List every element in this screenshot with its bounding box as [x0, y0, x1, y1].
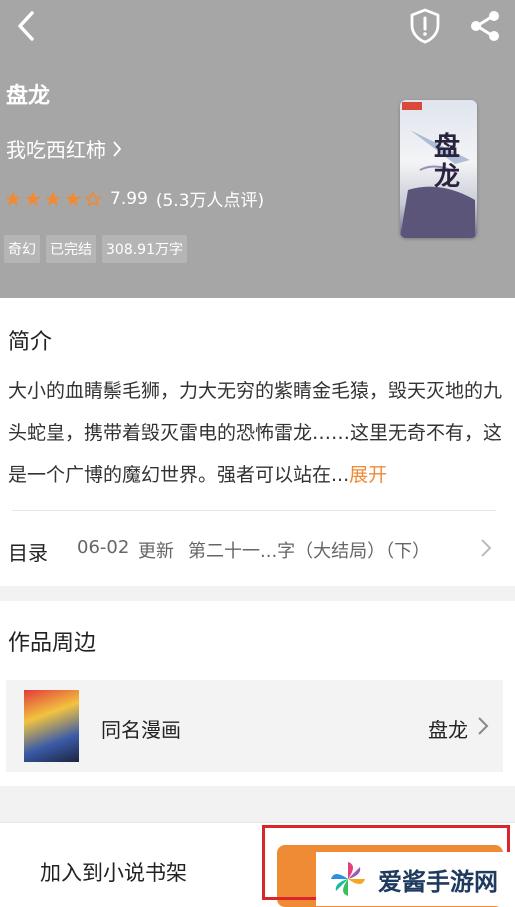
share-button[interactable] — [466, 6, 504, 46]
peripherals-heading: 作品周边 — [8, 631, 97, 656]
chevron-left-icon — [18, 11, 34, 41]
chevron-right-icon — [481, 539, 492, 557]
divider — [12, 510, 496, 511]
shield-exclamation-icon — [410, 8, 440, 44]
book-title: 盘龙 — [6, 84, 51, 109]
tag-status: 已完结 — [46, 235, 96, 263]
intro-heading: 简介 — [8, 330, 53, 355]
star-outline-icon — [84, 189, 102, 207]
chevron-right-icon — [478, 717, 489, 735]
intro-text: 大小的血睛鬃毛狮，力大无穷的紫睛金毛猿，毁天灭地的九头蛇皇，携带着毁灭雷电的恐怖… — [8, 380, 503, 486]
watermark: 爱酱手游网 — [316, 852, 510, 906]
table-of-contents-row[interactable]: 目录 06-02 更新 第二十一...字（大结局）（下） — [0, 520, 515, 580]
peripheral-item-comic[interactable]: 同名漫画 盘龙 — [6, 680, 503, 772]
toc-label: 目录 — [8, 541, 48, 565]
star-full-icon — [65, 191, 81, 206]
rating-score: 7.99 — [110, 188, 148, 209]
cover-title: 盘龙 — [434, 132, 461, 192]
chevron-right-icon — [113, 140, 122, 157]
peripheral-item-value: 盘龙 — [428, 718, 468, 742]
toc-update-label: 更新 — [138, 541, 174, 562]
peripheral-item-name: 同名漫画 — [101, 718, 181, 742]
comic-thumbnail — [24, 690, 79, 762]
book-cover[interactable]: 盘龙 — [400, 100, 477, 238]
add-to-shelf-button[interactable]: 加入到小说书架 — [40, 857, 187, 887]
intro-text-block: 大小的血睛鬃毛狮，力大无穷的紫睛金毛猿，毁天灭地的九头蛇皇，携带着毁灭雷电的恐怖… — [8, 370, 506, 496]
share-icon — [471, 11, 499, 41]
star-full-icon — [45, 191, 61, 206]
author-name: 我吃西红柿 — [6, 138, 106, 162]
tag-genre: 奇幻 — [4, 235, 40, 263]
rating-count: (5.3万人点评) — [155, 191, 265, 211]
tag-wordcount: 308.91万字 — [102, 235, 187, 263]
pinwheel-logo-icon — [331, 862, 365, 896]
toc-update-date: 06-02 — [77, 537, 130, 558]
star-full-icon — [5, 191, 21, 206]
expand-link[interactable]: 展开 — [349, 464, 387, 486]
toc-latest-chapter: 第二十一...字（大结局）（下） — [188, 541, 431, 562]
rating: 7.99 (5.3万人点评) — [4, 186, 264, 211]
star-full-icon — [25, 191, 41, 206]
watermark-text: 爱酱手游网 — [378, 867, 498, 896]
back-button[interactable] — [8, 8, 44, 44]
author-link[interactable]: 我吃西红柿 — [6, 134, 122, 163]
tag-list: 奇幻 已完结 308.91万字 — [4, 235, 187, 263]
report-button[interactable] — [406, 6, 444, 46]
